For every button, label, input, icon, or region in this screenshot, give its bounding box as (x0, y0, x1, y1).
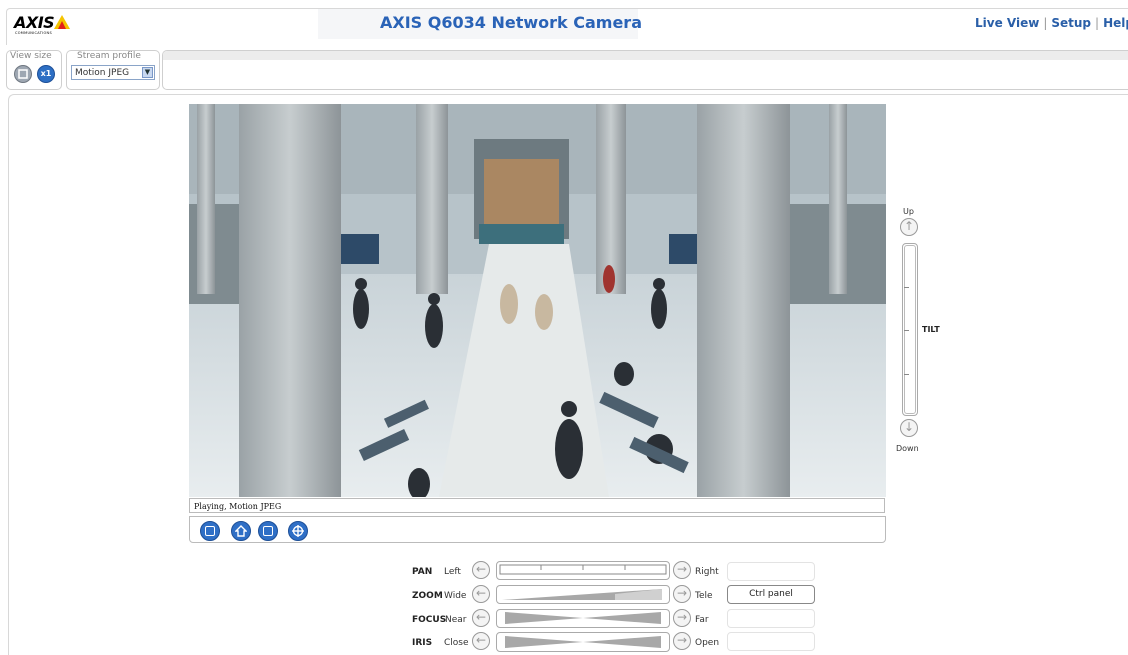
pan-right-button[interactable]: → (673, 561, 691, 579)
arrow-down-icon: ↓ (903, 420, 915, 434)
arrow-right-icon: → (676, 633, 688, 647)
zoom-min-label: Wide (444, 591, 467, 601)
stop-button[interactable] (200, 521, 220, 541)
zoom-slider[interactable] (496, 585, 670, 604)
arrow-left-icon: ← (475, 562, 487, 576)
tilt-tick (904, 330, 909, 331)
nav-setup[interactable]: Setup (1051, 16, 1091, 30)
arrow-right-icon: → (676, 562, 688, 576)
arrow-right-icon: → (676, 586, 688, 600)
zoom-wide-button[interactable]: ← (472, 585, 490, 603)
snapshot-button[interactable] (258, 521, 278, 541)
stream-profile-select[interactable]: Motion JPEG ▼ (71, 65, 155, 80)
focus-scale (505, 612, 661, 624)
tilt-down-button[interactable]: ↓ (900, 419, 918, 437)
stop-icon (205, 526, 215, 536)
focus-far-button[interactable]: → (673, 609, 691, 627)
snapshot-icon (263, 526, 273, 536)
focus-slider[interactable] (496, 609, 670, 628)
iris-open-button[interactable]: → (673, 632, 691, 650)
center-icon (292, 525, 304, 537)
home-icon (235, 525, 247, 537)
home-button[interactable] (231, 521, 251, 541)
zoom-max-label: Tele (695, 591, 713, 601)
controls-bar-strip (163, 51, 1128, 60)
pan-left-button[interactable]: ← (472, 561, 490, 579)
stream-status: Playing, Motion JPEG (189, 498, 885, 513)
center-button[interactable] (288, 521, 308, 541)
focus-label: FOCUS (412, 615, 447, 625)
ctrl-panel-button[interactable]: Ctrl panel (727, 585, 815, 604)
zoom-scale (502, 589, 662, 600)
arrow-up-icon: ↑ (903, 219, 915, 233)
camera-image (189, 104, 886, 497)
stream-profile-label: Stream profile (77, 51, 141, 61)
fit-window-icon (18, 69, 28, 79)
video-stream[interactable] (189, 104, 886, 497)
arrow-left-icon: ← (475, 586, 487, 600)
tilt-tick (904, 374, 909, 375)
view-size-label: View size (10, 51, 52, 61)
stream-profile-value: Motion JPEG (75, 68, 130, 78)
nav-help[interactable]: Help (1103, 16, 1128, 30)
arrow-left-icon: ← (475, 633, 487, 647)
iris-label: IRIS (412, 638, 433, 648)
logo-triangle-icon (54, 15, 70, 29)
iris-scale (505, 636, 661, 648)
pan-min-label: Left (444, 567, 461, 577)
nav-separator: | (1095, 16, 1100, 30)
arrow-left-icon: ← (475, 610, 487, 624)
iris-close-button[interactable]: ← (472, 632, 490, 650)
iris-max-label: Open (695, 638, 720, 648)
pan-label: PAN (412, 567, 433, 577)
pan-spacer-box (727, 562, 815, 581)
pan-slider[interactable] (496, 561, 670, 580)
scale-1x-button[interactable]: x1 (37, 65, 55, 83)
logo-text: AXIS (14, 13, 55, 32)
page-title: AXIS Q6034 Network Camera (380, 13, 642, 32)
tilt-up-label: Up (903, 207, 914, 216)
pan-scale (499, 564, 667, 575)
nav-separator: | (1043, 16, 1048, 30)
zoom-tele-button[interactable]: → (673, 585, 691, 603)
arrow-right-icon: → (676, 610, 688, 624)
pan-max-label: Right (695, 567, 719, 577)
focus-spacer-box (727, 609, 815, 628)
zoom-label: ZOOM (412, 591, 443, 601)
focus-near-button[interactable]: ← (472, 609, 490, 627)
nav-live-view[interactable]: Live View (975, 16, 1039, 30)
iris-spacer-box (727, 632, 815, 651)
tilt-tick (904, 287, 909, 288)
tilt-up-button[interactable]: ↑ (900, 218, 918, 236)
iris-slider[interactable] (496, 632, 670, 652)
tilt-down-label: Down (896, 444, 919, 453)
axis-logo[interactable]: AXIS COMMUNICATIONS (14, 13, 70, 35)
focus-max-label: Far (695, 615, 709, 625)
tilt-label: TILT (922, 325, 940, 334)
fit-window-button[interactable] (14, 65, 32, 83)
top-nav: Live View|Setup|Help (975, 16, 1128, 30)
iris-min-label: Close (444, 638, 469, 648)
logo-tagline: COMMUNICATIONS (15, 31, 52, 35)
chevron-down-icon: ▼ (142, 67, 153, 78)
scale-1x-icon: x1 (40, 69, 52, 78)
focus-min-label: Near (445, 615, 467, 625)
